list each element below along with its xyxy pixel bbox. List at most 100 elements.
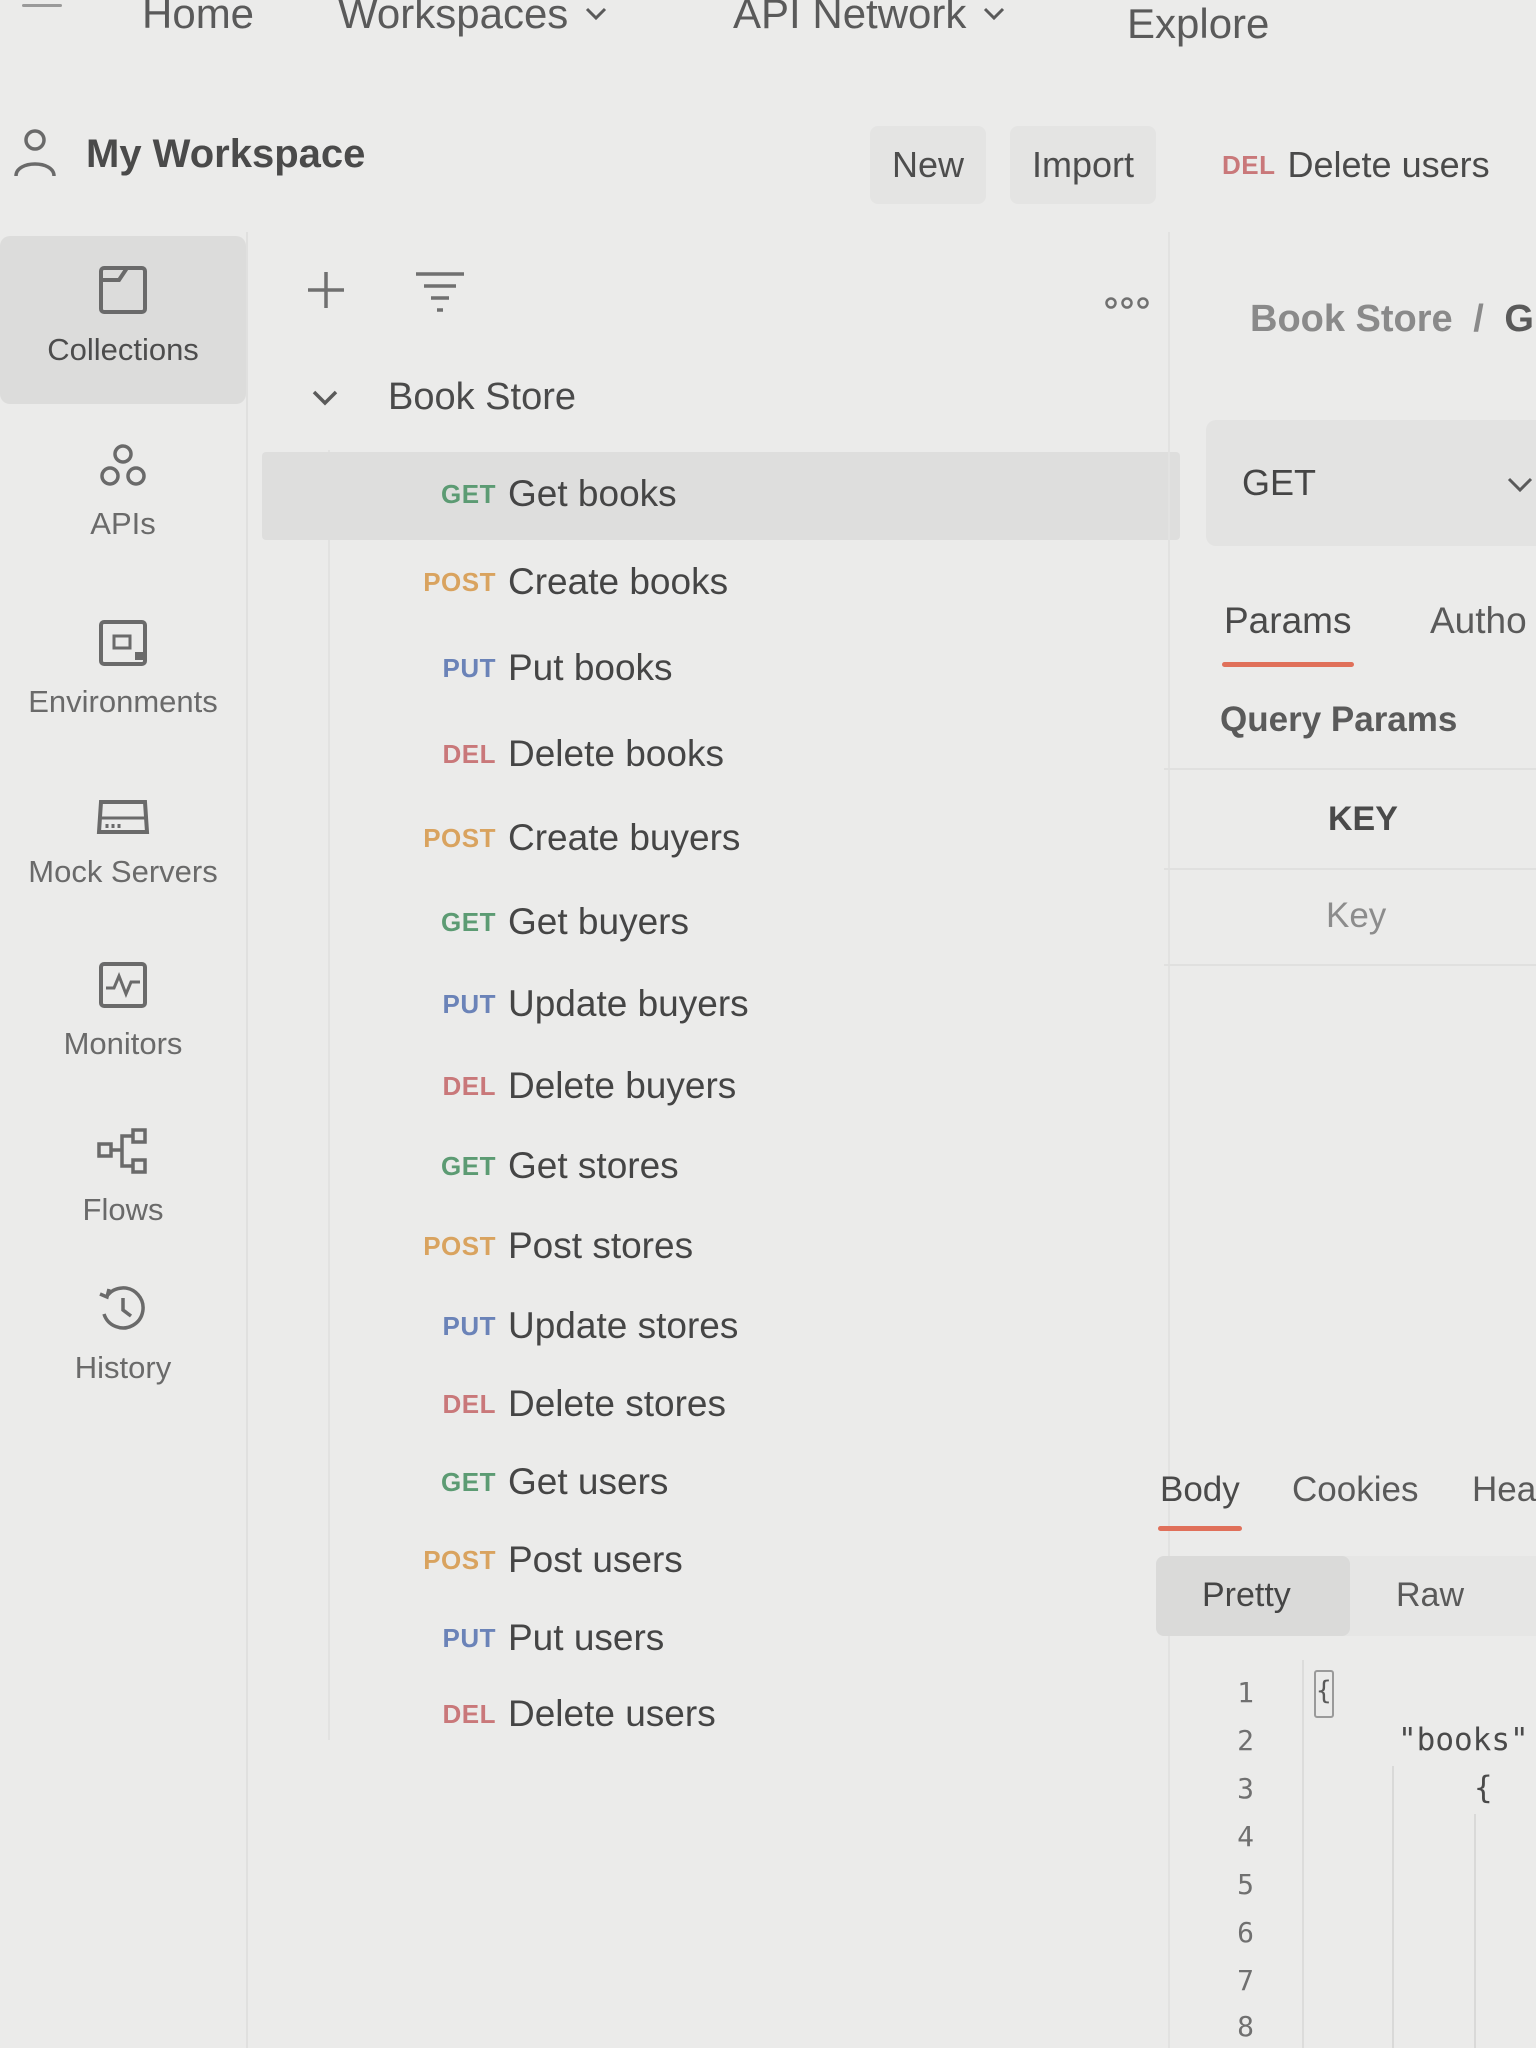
method-badge: DEL: [442, 1388, 496, 1419]
request-item[interactable]: DEL Delete stores: [420, 1374, 727, 1434]
new-button[interactable]: New: [870, 126, 987, 204]
method-badge: DEL: [442, 738, 496, 769]
sidebar-divider: [246, 232, 248, 2048]
request-item[interactable]: POST Create books: [420, 552, 728, 612]
fold-marker[interactable]: {: [1314, 1670, 1334, 1718]
apis-icon: [100, 444, 146, 486]
request-name: Delete books: [508, 733, 724, 774]
request-item[interactable]: DEL Delete books: [420, 724, 724, 784]
nav-workspaces[interactable]: Workspaces: [338, 0, 608, 38]
method-badge: POST: [423, 1544, 496, 1575]
tab-params[interactable]: Params: [1224, 600, 1351, 642]
method-badge: GET: [441, 906, 496, 937]
params-table-top-border: [1164, 768, 1536, 770]
view-pretty-button[interactable]: Pretty: [1156, 1556, 1350, 1636]
tab-params-underline: [1222, 662, 1354, 667]
user-icon: [14, 129, 56, 177]
request-name: Update stores: [508, 1305, 739, 1346]
request-item[interactable]: POST Post users: [420, 1530, 683, 1590]
line-number: 3: [1237, 1772, 1254, 1805]
nav-api-network-label: API Network: [733, 0, 967, 37]
sidebar-item-collections[interactable]: Collections: [0, 264, 246, 368]
mock-servers-icon: [96, 800, 150, 834]
line-number: 5: [1237, 1868, 1254, 1901]
breadcrumb-collection[interactable]: Book Store: [1250, 298, 1453, 340]
method-badge: DEL: [442, 1070, 496, 1101]
nav-home-label: Home: [142, 0, 255, 37]
menu-icon[interactable]: [22, 0, 62, 14]
open-tab[interactable]: DEL Delete users: [1222, 144, 1490, 186]
params-table-header-border: [1164, 868, 1536, 870]
method-badge: PUT: [442, 1622, 496, 1653]
request-name: Create buyers: [508, 817, 741, 858]
sidebar-item-label: Collections: [47, 332, 199, 367]
query-params-title: Query Params: [1220, 700, 1458, 739]
filter-icon[interactable]: [414, 270, 466, 314]
tab-headers[interactable]: Hea: [1472, 1470, 1536, 1510]
monitors-icon: [99, 962, 147, 1008]
request-item[interactable]: PUT Put books: [420, 638, 673, 698]
tab-cookies[interactable]: Cookies: [1292, 1470, 1418, 1510]
nav-home[interactable]: Home: [142, 0, 254, 38]
request-name: Put users: [508, 1617, 665, 1658]
request-item[interactable]: POST Post stores: [420, 1216, 693, 1276]
sidebar-item-label: Mock Servers: [28, 854, 218, 889]
method-badge: PUT: [442, 652, 496, 683]
key-column-header: KEY: [1328, 800, 1398, 838]
sidebar-item-apis[interactable]: APIs: [0, 442, 246, 542]
sidebar-item-history[interactable]: History: [0, 1284, 246, 1386]
breadcrumb-request[interactable]: G: [1504, 298, 1534, 340]
request-name: Put books: [508, 647, 673, 688]
request-item[interactable]: GET Get buyers: [420, 892, 689, 952]
key-input[interactable]: Key: [1326, 896, 1386, 936]
request-name: Get stores: [508, 1145, 679, 1186]
breadcrumb-separator: /: [1473, 298, 1484, 340]
code-gutter-line: [1302, 1660, 1304, 2048]
nav-explore-label: Explore: [1127, 0, 1270, 47]
tab-body[interactable]: Body: [1160, 1470, 1240, 1510]
request-name: Post users: [508, 1539, 683, 1580]
collection-name: Book Store: [388, 376, 576, 418]
method-badge: GET: [441, 1150, 496, 1181]
method-badge: GET: [441, 478, 496, 509]
method-badge: DEL: [442, 1698, 496, 1729]
request-item[interactable]: POST Create buyers: [420, 808, 740, 868]
more-options-icon[interactable]: [1104, 296, 1150, 310]
code-brace: {: [1474, 1770, 1493, 1806]
method-select-value: GET: [1242, 462, 1317, 503]
method-select[interactable]: GET: [1206, 420, 1536, 546]
nav-workspaces-label: Workspaces: [338, 0, 569, 37]
request-name: Post stores: [508, 1225, 694, 1266]
request-item[interactable]: PUT Put users: [420, 1608, 665, 1668]
request-item[interactable]: GET Get stores: [420, 1136, 679, 1196]
method-badge: PUT: [442, 1310, 496, 1341]
code-key-books: "books": [1398, 1722, 1529, 1758]
view-raw-button[interactable]: Raw: [1396, 1576, 1464, 1615]
request-item[interactable]: PUT Update stores: [420, 1296, 739, 1356]
sidebar-item-flows[interactable]: Flows: [0, 1126, 246, 1228]
collection-folder[interactable]: Book Store: [310, 376, 576, 419]
params-table-row-border: [1164, 964, 1536, 966]
request-item[interactable]: DEL Delete users: [420, 1684, 716, 1744]
nav-explore[interactable]: Explore: [1127, 0, 1269, 48]
import-button[interactable]: Import: [1010, 126, 1157, 204]
line-number: 8: [1237, 2010, 1254, 2043]
sidebar-item-label: APIs: [90, 506, 156, 541]
workspace-title[interactable]: My Workspace: [86, 132, 365, 177]
tab-body-underline: [1158, 1526, 1242, 1531]
request-name: Get buyers: [508, 901, 689, 942]
indent-guide: [1474, 1814, 1476, 2048]
request-item[interactable]: GET Get users: [420, 1452, 668, 1512]
panel-divider: [1168, 232, 1170, 2048]
sidebar-item-monitors[interactable]: Monitors: [0, 960, 246, 1062]
request-item[interactable]: GET Get books: [420, 464, 677, 524]
breadcrumb: Book Store / G: [1250, 298, 1534, 341]
request-item[interactable]: DEL Delete buyers: [420, 1056, 737, 1116]
sidebar-item-mock-servers[interactable]: Mock Servers: [0, 794, 246, 890]
request-name: Create books: [508, 561, 729, 602]
request-item[interactable]: PUT Update buyers: [420, 974, 749, 1034]
sidebar-item-environments[interactable]: Environments: [0, 618, 246, 720]
nav-api-network[interactable]: API Network: [733, 0, 1006, 38]
tab-authorization[interactable]: Autho: [1430, 600, 1527, 642]
add-collection-icon[interactable]: [304, 268, 348, 312]
